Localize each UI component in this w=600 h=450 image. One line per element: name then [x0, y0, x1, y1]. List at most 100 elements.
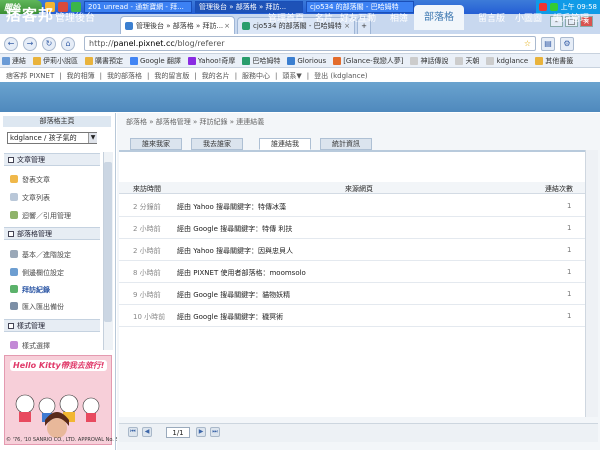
prev-page-icon[interactable]: ◀	[142, 427, 152, 437]
breadcrumb: 部落格 » 部落格管理 » 拜訪紀錄 » 連連結義	[126, 118, 265, 126]
col-visit-time[interactable]: 來訪時間	[133, 184, 161, 194]
network-icon[interactable]	[549, 3, 558, 11]
sidebar-item-backup[interactable]: 匯入匯出備份	[22, 302, 64, 312]
col-count[interactable]: 連結次數	[545, 184, 573, 194]
bookmark[interactable]: 巴哈姆特	[242, 56, 280, 66]
next-page-icon[interactable]: ▶	[196, 427, 206, 437]
folder-icon	[85, 56, 93, 65]
forward-icon[interactable]: →	[23, 36, 37, 51]
section-articles[interactable]: 文章管理	[4, 153, 100, 166]
chevron-down-icon[interactable]: ▼	[88, 133, 97, 143]
table-row[interactable]: 9 小時前 經由 Google 搜尋關鍵字：貓物妖精 1	[119, 283, 585, 305]
source-link[interactable]: 經由 Yahoo 搜尋關鍵字：特傳冰藻	[177, 202, 286, 212]
footprint-icon	[10, 285, 18, 293]
source-link[interactable]: 經由 PIXNET 使用者部落格：moomsolo	[177, 268, 306, 278]
source-link[interactable]: 經由 Google 搜尋關鍵字：穢冥術	[177, 312, 283, 322]
tab-visitors[interactable]: 誰來我家	[130, 138, 182, 150]
bookmark[interactable]: Google 翻譯	[130, 56, 181, 66]
pixnet-icon	[287, 56, 296, 65]
bookmark[interactable]: 連結	[2, 56, 26, 66]
sidebar-item-articles[interactable]: 文章列表	[22, 193, 50, 203]
page-icon	[333, 56, 342, 65]
bookmark-other[interactable]: 其他書籤	[535, 56, 573, 66]
tools-menu-icon[interactable]: ⚙	[560, 36, 574, 51]
bookmarks-bar: 連結 伊莉小說區 購書預定 Google 翻譯 Yahoo!奇摩 巴哈姆特 Gl…	[0, 54, 600, 68]
table-row[interactable]: 10 小時前 經由 Google 搜尋關鍵字：穢冥術 1	[119, 305, 585, 327]
table-row[interactable]: 2 分鐘前 經由 Yahoo 搜尋關鍵字：特傳冰藻 1	[119, 195, 585, 217]
back-icon[interactable]: ←	[4, 36, 18, 51]
home-icon[interactable]: ⌂	[61, 36, 75, 51]
site-link[interactable]: 頭系▼	[282, 71, 301, 81]
bookmark[interactable]: 神話傳說	[410, 56, 448, 66]
sidebar-scroll-thumb[interactable]	[104, 162, 112, 322]
first-page-icon[interactable]: ⏮	[128, 427, 138, 437]
link-icon	[2, 56, 10, 65]
site-logo[interactable]: 痞客邦	[6, 4, 54, 25]
sidebar-item-visits[interactable]: 拜訪紀錄	[22, 285, 50, 295]
site-link[interactable]: 我的名片	[202, 71, 230, 81]
sidebar-item-theme[interactable]: 樣式選擇	[22, 341, 50, 351]
source-link[interactable]: 經由 Yahoo 搜尋關鍵字：因與忠貝人	[177, 246, 293, 256]
breadcrumb-item[interactable]: 部落格管理	[156, 118, 191, 126]
url-host: panel.pixnet.cc	[113, 39, 175, 48]
nav-album[interactable]: 相簿	[390, 11, 408, 24]
page-menu-icon[interactable]: ▤	[541, 36, 555, 51]
folder-icon	[535, 56, 544, 65]
blog-select[interactable]: kdglance / 孩子氣的	[7, 132, 97, 144]
import-icon	[10, 302, 18, 310]
sidebar-item-post[interactable]: 發表文章	[22, 175, 50, 185]
logout-link[interactable]: 登出 (kdglance)	[314, 71, 367, 81]
table-row[interactable]: 2 小時前 經由 Yahoo 搜尋關鍵字：因與忠貝人 1	[119, 239, 585, 261]
tab-visited[interactable]: 我去誰家	[191, 138, 243, 150]
col-source[interactable]: 來源網頁	[345, 184, 373, 194]
browser-tab-admin[interactable]: 管理後台 » 部落格 » 拜訪... ×	[120, 16, 235, 34]
ad-title[interactable]: Hello Kitty帶我去旅行!	[10, 360, 108, 371]
tab-referers[interactable]: 誰連結我	[259, 138, 311, 150]
nav-stickers[interactable]: 小圖圖	[515, 11, 542, 24]
bookmark[interactable]: 購書預定	[85, 56, 123, 66]
reload-icon[interactable]: ↻	[42, 36, 56, 51]
table-header: 來訪時間 來源網頁 連結次數	[119, 182, 585, 194]
link-count: 1	[567, 202, 572, 210]
nav-friends[interactable]: 好友互動	[340, 11, 376, 24]
tab-stats[interactable]: 統計資訊	[320, 138, 372, 150]
bookmark[interactable]: 天朝	[455, 56, 479, 66]
bookmark[interactable]: 伊莉小說區	[33, 56, 78, 66]
nav-guestbook[interactable]: 留言版	[478, 11, 505, 24]
breadcrumb-item[interactable]: 部落格	[126, 118, 147, 126]
sidebar-item-sidebar[interactable]: 側邊欄位設定	[22, 268, 64, 278]
site-link[interactable]: 我的相簿	[67, 71, 95, 81]
nav-account[interactable]: 帳戶管理	[553, 11, 589, 24]
table-row[interactable]: 8 小時前 經由 PIXNET 使用者部落格：moomsolo 1	[119, 261, 585, 283]
compose-icon	[10, 175, 18, 183]
star-icon[interactable]: ☆	[524, 39, 531, 48]
bookmark[interactable]: [Glance-我戀人夢]	[333, 56, 403, 66]
bookmark[interactable]: Glorious	[287, 56, 326, 65]
section-styles[interactable]: 樣式管理	[4, 319, 100, 332]
source-link[interactable]: 經由 Google 搜尋關鍵字：特傳 利扶	[177, 224, 292, 234]
site-link[interactable]: 痞客邦 PIXNET	[6, 71, 54, 81]
taskbar-task-mail[interactable]: 201 unread - 通新寶網 - 拜...	[84, 1, 192, 13]
page-input[interactable]: 1/1	[166, 427, 190, 438]
source-link[interactable]: 經由 Google 搜尋關鍵字：貓物妖精	[177, 290, 290, 300]
site-link[interactable]: 我的部落格	[107, 71, 142, 81]
section-blog[interactable]: 部落格管理	[4, 227, 100, 240]
nav-home[interactable]: 管理首頁	[268, 11, 304, 24]
layout-icon	[10, 268, 18, 276]
tray-icon[interactable]	[538, 3, 547, 11]
sidebar-item-comments[interactable]: 迴響／引用管理	[22, 211, 71, 221]
bookmark[interactable]: Yahoo!奇摩	[187, 56, 235, 66]
address-bar[interactable]: http://panel.pixnet.cc/blog/referer ☆	[84, 36, 536, 51]
sidebar-item-settings[interactable]: 基本／進階設定	[22, 250, 71, 260]
table-scrollbar[interactable]	[585, 150, 598, 417]
nav-card[interactable]: 名片	[315, 11, 333, 24]
site-link[interactable]: 我的留言版	[154, 71, 189, 81]
bahamut-favicon-icon	[242, 22, 250, 30]
breadcrumb-item[interactable]: 拜訪紀錄	[199, 118, 227, 126]
bookmark[interactable]: kdglance	[486, 56, 528, 65]
nav-blog[interactable]: 部落格	[414, 5, 464, 30]
table-row[interactable]: 2 小時前 經由 Google 搜尋關鍵字：特傳 利扶 1	[119, 217, 585, 239]
site-link[interactable]: 服務中心	[242, 71, 270, 81]
close-icon[interactable]: ×	[224, 22, 230, 30]
last-page-icon[interactable]: ⏭	[210, 427, 220, 437]
